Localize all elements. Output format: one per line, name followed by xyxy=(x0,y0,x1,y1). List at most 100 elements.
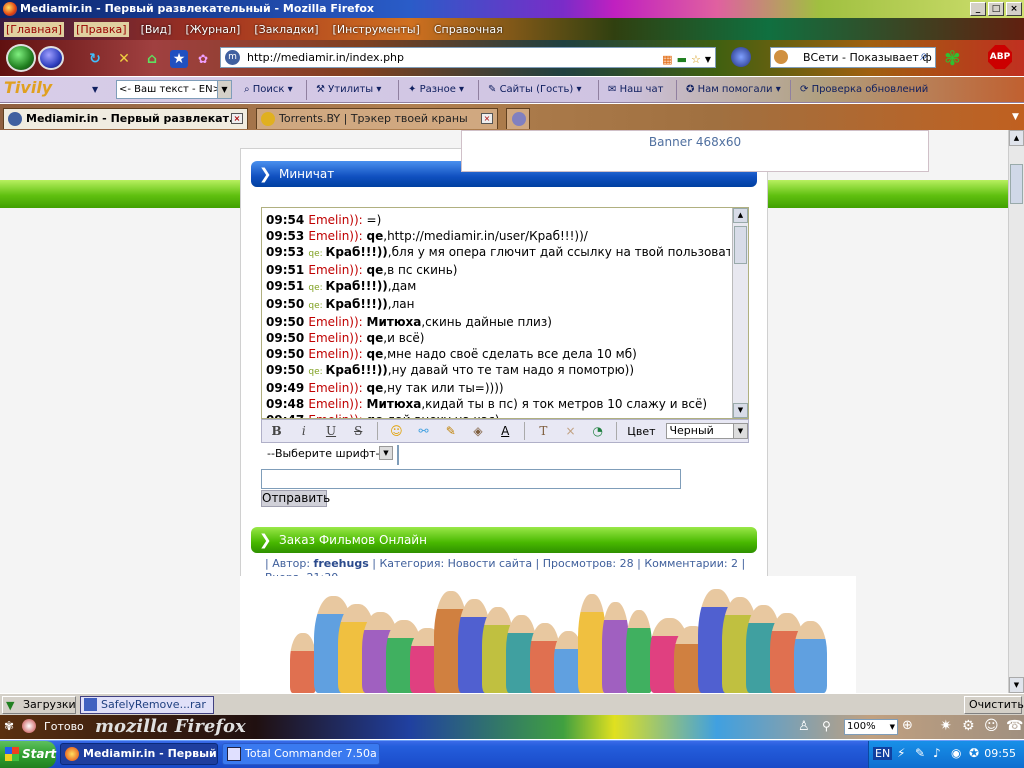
go-icon[interactable] xyxy=(731,47,751,67)
chat-log[interactable]: 09:54 Emelin)): =) 09:53 Emelin)): qe,htt… xyxy=(261,207,749,419)
menu-file[interactable]: [Главная] xyxy=(4,21,65,37)
translate-text-select[interactable]: <- Ваш текст - EN> ▼ xyxy=(116,80,232,99)
italic-button[interactable]: i xyxy=(295,422,312,440)
stop-icon[interactable]: ✕ xyxy=(115,50,133,68)
tab-torrents[interactable]: Torrents.BY | Трэкер твоей краны × xyxy=(256,108,498,129)
logo-dropdown-icon[interactable]: ▼ xyxy=(92,81,98,99)
chat-username[interactable]: qe: xyxy=(308,283,325,293)
download-item[interactable]: SafelyRemove...rar xyxy=(80,696,214,714)
menu-view[interactable]: [Вид] xyxy=(139,22,174,37)
page-icon[interactable]: ▬ xyxy=(677,50,687,69)
antivirus-icon[interactable]: ✪ xyxy=(969,746,979,760)
dropdown-arrow-icon[interactable]: ▼ xyxy=(705,50,711,69)
downloads-tab[interactable]: ▼ Загрузки xyxy=(2,696,76,714)
zoom-icon[interactable]: ⚲ xyxy=(822,719,831,733)
search-engine-icon[interactable] xyxy=(774,50,788,64)
search-icon[interactable]: ⌕ xyxy=(920,48,928,64)
extension-icon[interactable]: ✿ xyxy=(194,50,212,68)
chevron-down-icon[interactable]: ▼ xyxy=(217,81,231,98)
strike-button[interactable]: S xyxy=(350,422,367,440)
toolbar-sites[interactable]: ✎ Сайты (Гость) ▾ xyxy=(488,81,582,99)
close-button[interactable]: × xyxy=(1006,2,1022,16)
font-icon[interactable]: T xyxy=(535,422,552,440)
chat-scrollbar[interactable]: ▲ ▼ xyxy=(732,208,748,418)
zoom-in-icon[interactable]: ⊕ xyxy=(902,718,913,733)
chat-username[interactable]: qe: xyxy=(308,301,325,311)
sun-icon[interactable]: ✷ xyxy=(940,718,952,734)
menu-history[interactable]: [Журнал] xyxy=(183,22,242,37)
maximize-button[interactable]: □ xyxy=(988,2,1004,16)
start-button[interactable]: Start xyxy=(0,741,56,768)
news-header[interactable]: ❯ Заказ Фильмов Онлайн xyxy=(251,527,757,553)
tab-list-icon[interactable]: ▼ xyxy=(1012,112,1019,122)
menu-edit[interactable]: [Правка] xyxy=(74,21,129,37)
close-tab-icon[interactable]: × xyxy=(481,113,493,124)
reload-icon[interactable]: ↻ xyxy=(86,50,104,68)
menu-tools[interactable]: [Инструменты] xyxy=(331,22,422,37)
forward-button[interactable] xyxy=(38,46,64,70)
color-select[interactable]: Черный ▼ xyxy=(665,423,748,439)
window-title-bar[interactable]: Mediamir.in - Первый развлекательный - M… xyxy=(0,0,1024,18)
scroll-thumb[interactable] xyxy=(734,226,747,264)
menu-bookmarks[interactable]: [Закладки] xyxy=(252,22,320,37)
text-color-icon[interactable]: A xyxy=(497,422,514,440)
leaf-addon-icon[interactable]: ✾ xyxy=(944,46,970,70)
zoom-select[interactable]: 100% ▼ xyxy=(844,719,898,735)
security-icon[interactable]: ◉ xyxy=(951,746,961,760)
send-button[interactable]: Отправить xyxy=(261,490,330,507)
bold-button[interactable]: B xyxy=(268,422,285,440)
toolbar-search[interactable]: ⌕ Поиск ▾ xyxy=(244,81,293,99)
toolbar-misc[interactable]: ✦ Разное ▾ xyxy=(408,81,464,99)
volume-icon[interactable]: ♪ xyxy=(933,746,941,760)
minimize-button[interactable]: _ xyxy=(970,2,986,16)
scroll-up-icon[interactable]: ▲ xyxy=(1009,130,1024,146)
chat-username[interactable]: Emelin)): xyxy=(308,229,366,243)
toolbar-logo[interactable]: Tivily xyxy=(4,79,52,97)
person-icon[interactable]: ♙ xyxy=(798,719,810,734)
network-icon[interactable]: ⚡ xyxy=(897,746,905,760)
chat-username[interactable]: Emelin)): xyxy=(308,315,366,329)
underline-button[interactable]: U xyxy=(322,422,339,440)
page-scrollbar[interactable]: ▲ ▼ xyxy=(1008,130,1024,693)
taskbar-total-commander[interactable]: Total Commander 7.50a ... xyxy=(222,743,380,765)
scroll-down-icon[interactable]: ▼ xyxy=(1009,677,1024,693)
taskbar-firefox[interactable]: Mediamir.in - Первый... xyxy=(60,743,218,765)
refresh-icon[interactable]: ◔ xyxy=(589,422,606,440)
chat-username[interactable]: Emelin)): xyxy=(308,397,366,411)
rss-icon[interactable]: ▦ xyxy=(662,50,672,69)
tool-icon[interactable]: ✎ xyxy=(915,746,925,760)
chat-username[interactable]: qe: xyxy=(308,249,325,259)
image-icon[interactable]: ✎ xyxy=(442,422,459,440)
news-title[interactable]: Заказ Фильмов Онлайн xyxy=(279,533,427,547)
clear-downloads-button[interactable]: Очистить xyxy=(964,696,1024,714)
toolbar-utilities[interactable]: ⚒ Утилиты ▾ xyxy=(316,81,381,99)
clear-format-icon[interactable]: × xyxy=(562,422,579,440)
tab-mediamir[interactable]: Mediamir.in - Первый развлекат... × xyxy=(3,108,248,129)
face-icon[interactable]: ☺ xyxy=(984,718,999,734)
address-bar[interactable]: m http://mediamir.in/index.php ▦ ▬ ☆ ▼ xyxy=(220,47,716,68)
bookmark-star-icon[interactable]: ★ xyxy=(170,50,188,68)
link-icon[interactable]: ⚯ xyxy=(415,422,432,440)
chat-username[interactable]: qe: xyxy=(308,367,325,377)
quote-icon[interactable]: ◈ xyxy=(469,422,486,440)
language-indicator[interactable]: EN xyxy=(873,747,893,760)
chat-username[interactable]: Emelin)): xyxy=(308,331,366,345)
settings-icon[interactable]: ⚙ xyxy=(962,718,975,734)
banner-placeholder[interactable]: Banner 468x60 xyxy=(461,130,929,172)
menu-help[interactable]: Справочная xyxy=(432,22,505,37)
smiley-icon[interactable]: ☺ xyxy=(388,422,405,440)
chat-username[interactable]: Emelin)): xyxy=(308,347,366,361)
bookmark-icon[interactable]: ☆ xyxy=(691,50,701,69)
scroll-up-icon[interactable]: ▲ xyxy=(733,208,748,223)
phone-icon[interactable]: ☎ xyxy=(1006,718,1023,734)
back-button[interactable] xyxy=(6,44,36,72)
news-author[interactable]: freehugs xyxy=(314,557,369,570)
close-tab-icon[interactable]: × xyxy=(231,113,243,124)
chat-username[interactable]: Emelin)): xyxy=(308,381,366,395)
chat-message-input[interactable] xyxy=(261,469,681,489)
chat-username[interactable]: Emelin)): xyxy=(308,213,366,227)
new-tab-button[interactable] xyxy=(506,108,530,129)
scroll-down-icon[interactable]: ▼ xyxy=(733,403,748,418)
scroll-thumb[interactable] xyxy=(1010,164,1023,204)
toolbar-helpers[interactable]: ✪ Нам помогали ▾ xyxy=(686,81,781,99)
